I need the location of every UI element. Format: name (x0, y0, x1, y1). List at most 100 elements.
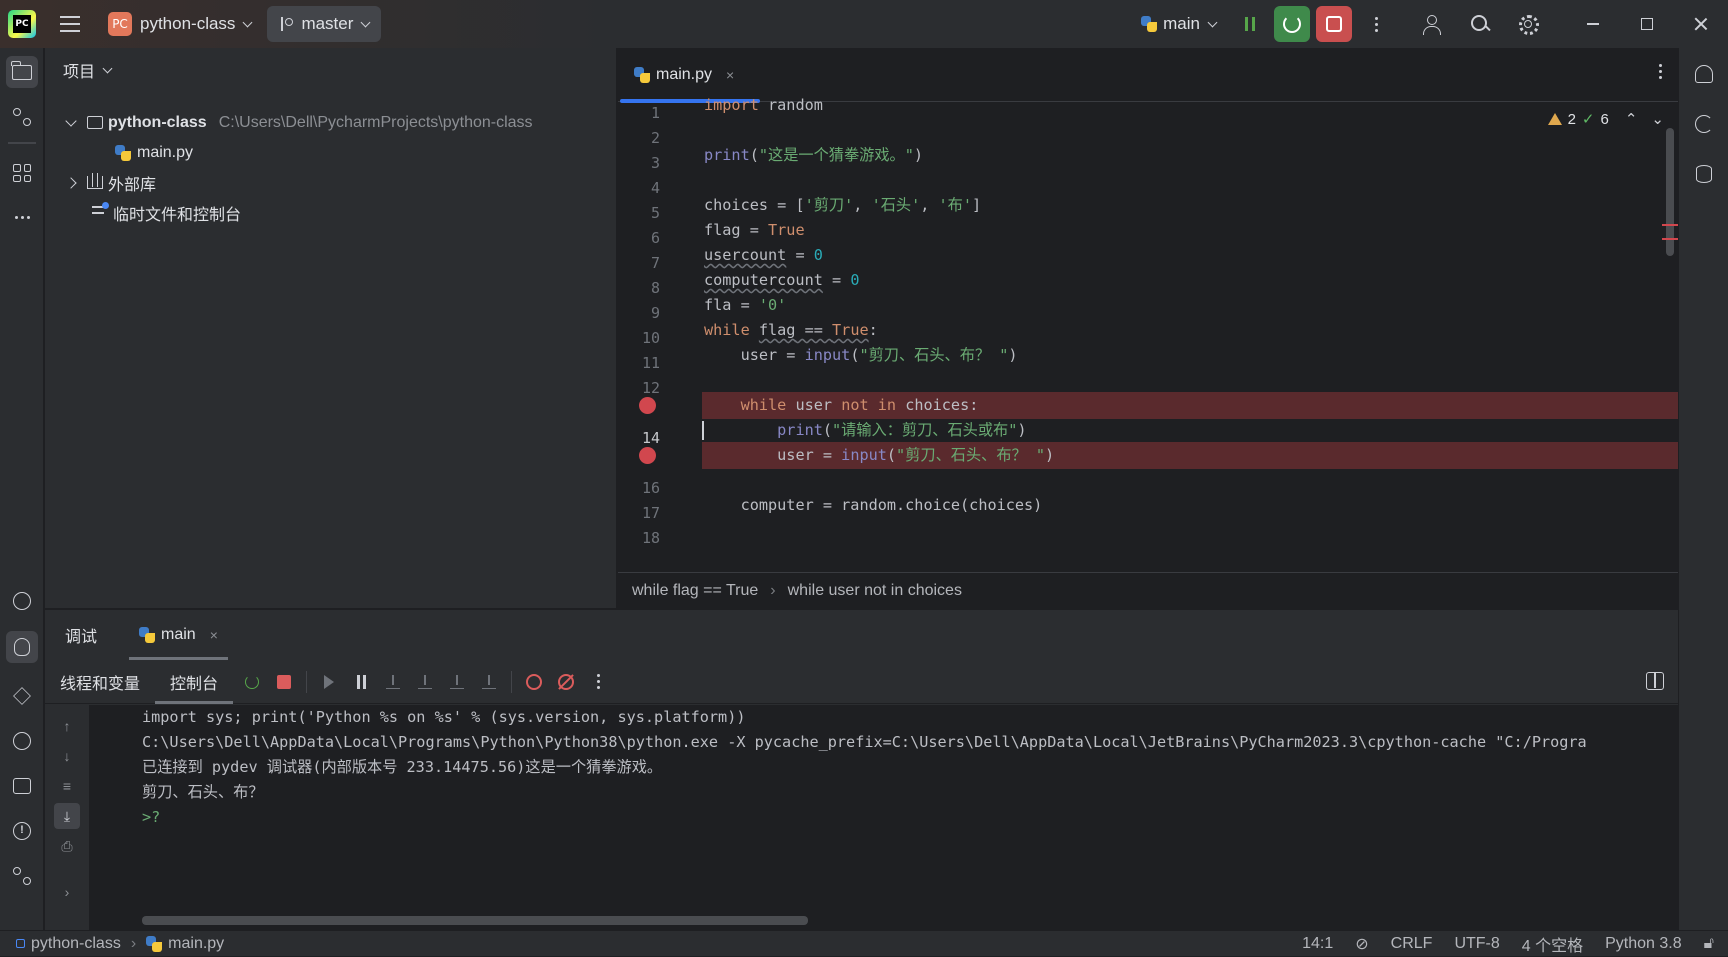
run-config-selector[interactable]: main (1141, 14, 1218, 34)
line-number[interactable]: 5 (618, 204, 660, 222)
rerun-debug-button[interactable] (1274, 6, 1310, 42)
commit-tool-button[interactable] (6, 101, 38, 133)
code-line-10[interactable]: while flag == True: (702, 317, 1678, 344)
view-breakpoints-button[interactable] (519, 667, 549, 697)
indent-setting[interactable]: 4 个空格 (1522, 932, 1583, 956)
structure-tool-button[interactable] (6, 157, 38, 189)
python-interpreter[interactable]: Python 3.8 (1605, 935, 1682, 953)
line-number[interactable]: 6 (618, 229, 660, 247)
close-window-button[interactable] (1674, 0, 1728, 48)
python-packages-tool-button[interactable] (6, 585, 38, 617)
code-line-15-breakpoint[interactable]: user = input("剪刀、石头、布？ ") (702, 442, 1678, 469)
code-line-6[interactable]: flag = True (702, 217, 1678, 244)
status-project[interactable]: python-class (31, 935, 121, 953)
line-number[interactable]: 18 (618, 529, 660, 547)
code-line-8[interactable]: computercount = 0 (702, 267, 1678, 294)
caret-position[interactable]: 14:1 (1302, 935, 1333, 953)
line-number[interactable]: 3 (618, 154, 660, 172)
line-number[interactable]: 1 (618, 104, 660, 122)
tab-close-icon[interactable]: × (726, 67, 734, 83)
project-tool-button[interactable] (6, 56, 38, 88)
line-number[interactable]: 16 (618, 479, 660, 497)
code-line-11[interactable]: user = input("剪刀、石头、布？ ") (702, 342, 1678, 369)
maximize-button[interactable] (1620, 0, 1674, 48)
code-line-17[interactable]: computer = random.choice(choices) (702, 492, 1678, 519)
problems-tool-button[interactable]: ! (6, 815, 38, 847)
code-line-5[interactable]: choices = ['剪刀', '石头', '布'] (702, 192, 1678, 219)
pause-program-button[interactable] (346, 667, 376, 697)
more-tools-button[interactable] (6, 201, 38, 233)
scroll-down-button[interactable]: ↓ (54, 743, 80, 769)
pause-button[interactable] (1232, 6, 1268, 42)
step-into-button[interactable] (410, 667, 440, 697)
main-menu-button[interactable] (50, 4, 90, 44)
code-line-13-breakpoint[interactable]: while user not in choices: (702, 392, 1678, 419)
editor-tabs-more-button[interactable] (1659, 64, 1662, 79)
debug-more-button[interactable] (583, 667, 613, 697)
print-button[interactable]: ⎙ (54, 833, 80, 859)
debug-session-tab[interactable]: main × (129, 610, 228, 660)
settings-button[interactable] (1510, 6, 1546, 42)
search-button[interactable] (1462, 6, 1498, 42)
line-number[interactable]: 14 (618, 429, 660, 447)
status-file[interactable]: main.py (168, 935, 224, 953)
breakpoint-icon[interactable] (639, 447, 656, 464)
line-number[interactable]: 12 (618, 379, 660, 397)
power-save-icon[interactable]: ⊘ (1355, 934, 1368, 954)
collapse-arrow-icon[interactable] (65, 176, 77, 189)
breadcrumb-item[interactable]: while user not in choices (788, 582, 962, 600)
line-number[interactable]: 4 (618, 179, 660, 197)
tab-threads-variables[interactable]: 线程和变量 (45, 660, 155, 704)
line-number[interactable]: 9 (618, 304, 660, 322)
code-line-1[interactable]: import random (702, 92, 1678, 119)
step-over-button[interactable] (378, 667, 408, 697)
line-number[interactable]: 8 (618, 279, 660, 297)
notifications-button[interactable] (1688, 58, 1720, 90)
pycharm-logo-icon[interactable] (8, 10, 36, 38)
lock-icon[interactable]: 🔓︎ (1704, 935, 1714, 953)
code-line-14-current[interactable]: print("请输入：剪刀、石头或布") (702, 417, 1678, 444)
line-number[interactable]: 7 (618, 254, 660, 272)
line-separator[interactable]: CRLF (1391, 935, 1433, 953)
project-selector[interactable]: PC python-class (98, 6, 261, 42)
console-horizontal-scrollbar[interactable] (142, 916, 808, 925)
debug-console[interactable]: ↑ ↓ ≡ ⤓ ⎙ › import sys; print('Python %s… (45, 705, 1678, 931)
breakpoint-icon[interactable] (639, 397, 656, 414)
stop-button[interactable] (1316, 6, 1352, 42)
tab-close-icon[interactable]: × (210, 627, 218, 643)
tree-root-folder[interactable]: python-class C:\Users\Dell\PycharmProjec… (65, 109, 533, 136)
scroll-up-button[interactable]: ↑ (54, 713, 80, 739)
console-input-prompt[interactable]: >? (142, 805, 160, 830)
more-actions-button[interactable] (1358, 6, 1394, 42)
minimize-button[interactable] (1566, 0, 1620, 48)
stop-debug-button[interactable] (269, 667, 299, 697)
services-tool-button[interactable] (6, 680, 38, 712)
add-user-button[interactable] (1414, 6, 1450, 42)
ai-assistant-button[interactable] (1688, 108, 1720, 140)
line-number[interactable]: 2 (618, 129, 660, 147)
file-encoding[interactable]: UTF-8 (1454, 935, 1499, 953)
tree-file-main[interactable]: main.py (115, 139, 193, 166)
soft-wrap-button[interactable]: ≡ (54, 773, 80, 799)
line-number-gutter[interactable]: 1 2 3 4 5 6 7 8 9 10 11 12 14 16 17 18 (618, 102, 702, 572)
breadcrumb-item[interactable]: while flag == True (632, 582, 758, 600)
step-out-button[interactable] (474, 667, 504, 697)
scroll-to-end-button[interactable]: ⤓ (54, 803, 80, 829)
rerun-button[interactable] (237, 667, 267, 697)
mute-breakpoints-button[interactable] (551, 667, 581, 697)
line-number[interactable]: 17 (618, 504, 660, 522)
line-number[interactable]: 10 (618, 329, 660, 347)
run-tool-button[interactable] (6, 725, 38, 757)
step-into-my-code-button[interactable] (442, 667, 472, 697)
code-line-7[interactable]: usercount = 0 (702, 242, 1678, 269)
line-number[interactable]: 11 (618, 354, 660, 372)
project-panel-header[interactable]: 项目 (45, 48, 616, 92)
tree-external-libraries[interactable]: 外部库 (65, 169, 156, 196)
tree-scratches[interactable]: 临时文件和控制台 (92, 199, 241, 226)
expand-arrow-icon[interactable] (65, 114, 77, 127)
layout-settings-icon[interactable] (1646, 672, 1664, 690)
debug-tool-button[interactable] (6, 631, 38, 663)
terminal-tool-button[interactable] (6, 770, 38, 802)
resume-button[interactable] (314, 667, 344, 697)
code-line-9[interactable]: fla = '0' (702, 292, 1678, 319)
